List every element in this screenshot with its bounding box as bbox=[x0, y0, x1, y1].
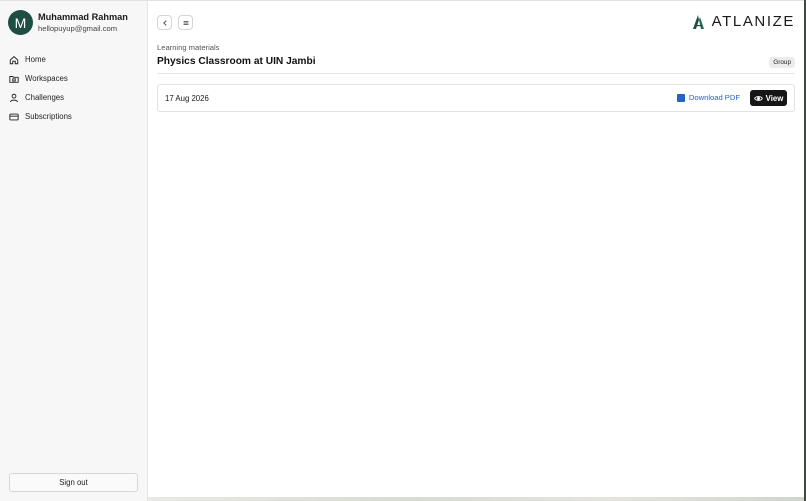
profile-name: Muhammad Rahman bbox=[38, 12, 128, 22]
page-title: Physics Classroom at UIN Jambi bbox=[157, 56, 316, 67]
header-divider bbox=[157, 73, 795, 74]
material-date: 17 Aug 2026 bbox=[165, 94, 209, 103]
sidebar-nav: Home Workspaces Challenges Subscriptions bbox=[9, 50, 139, 126]
avatar: M bbox=[8, 10, 33, 35]
folder-icon bbox=[9, 75, 19, 83]
sidebar-item-label: Subscriptions bbox=[25, 112, 72, 121]
bottom-edge bbox=[148, 497, 806, 501]
sidebar-item-subscriptions[interactable]: Subscriptions bbox=[9, 107, 139, 126]
sign-out-button[interactable]: Sign out bbox=[9, 473, 138, 492]
user-icon bbox=[10, 93, 18, 102]
pdf-icon bbox=[676, 93, 685, 102]
sidebar-item-workspaces[interactable]: Workspaces bbox=[9, 69, 139, 88]
sidebar-item-label: Challenges bbox=[25, 93, 65, 102]
view-button[interactable]: View bbox=[750, 90, 787, 106]
profile-email: hellopuyup@gmail.com bbox=[38, 24, 118, 33]
brand-logo: ATLANIZE bbox=[692, 13, 795, 30]
atlanize-logo-icon bbox=[692, 14, 704, 29]
sidebar-item-label: Home bbox=[25, 55, 46, 64]
app-window: M Muhammad Rahman hellopuyup@gmail.com H… bbox=[0, 0, 806, 501]
sidebar-item-challenges[interactable]: Challenges bbox=[9, 88, 139, 107]
back-button[interactable] bbox=[157, 15, 172, 30]
view-button-label: View bbox=[765, 93, 784, 103]
menu-icon bbox=[183, 20, 188, 25]
eye-icon bbox=[753, 95, 763, 101]
sidebar: M Muhammad Rahman hellopuyup@gmail.com H… bbox=[0, 1, 148, 501]
chevron-left-icon bbox=[162, 19, 167, 26]
download-pdf-label: Download PDF bbox=[688, 93, 740, 102]
download-pdf-link[interactable]: Download PDF bbox=[676, 93, 740, 102]
main-content: ATLANIZE Learning materials Physics Clas… bbox=[148, 1, 806, 501]
profile-text: Muhammad Rahman hellopuyup@gmail.com bbox=[38, 11, 128, 34]
menu-button[interactable] bbox=[178, 15, 193, 30]
home-icon bbox=[9, 55, 19, 64]
sidebar-item-home[interactable]: Home bbox=[9, 50, 139, 69]
brand-name: ATLANIZE bbox=[711, 13, 795, 30]
material-card: 17 Aug 2026 Download PDF View bbox=[157, 84, 795, 112]
user-profile[interactable]: M Muhammad Rahman hellopuyup@gmail.com bbox=[8, 10, 128, 35]
sidebar-item-label: Workspaces bbox=[25, 74, 68, 83]
section-label: Learning materials bbox=[157, 43, 220, 52]
credit-card-icon bbox=[9, 113, 19, 120]
group-badge: Group bbox=[769, 57, 795, 68]
